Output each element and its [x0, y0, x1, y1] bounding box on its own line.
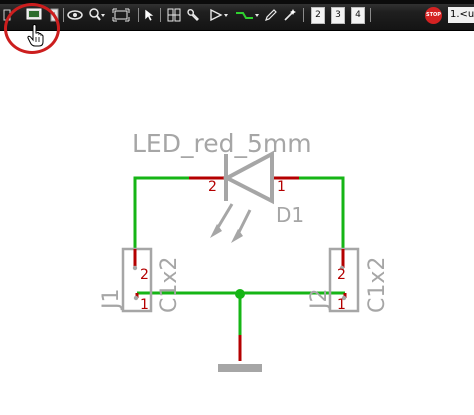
led-name-label: D1: [276, 203, 304, 227]
led-d1[interactable]: LED_red_5mm D1 2 1: [132, 129, 312, 243]
wrench-icon[interactable]: [186, 7, 200, 23]
select-icon[interactable]: [143, 7, 155, 23]
ground-symbol[interactable]: [218, 335, 262, 372]
j2-pin-label-2: 2: [337, 267, 346, 283]
library-icon[interactable]: [166, 7, 182, 23]
schematic-canvas[interactable]: LED_red_5mm D1 2 1 2 1 J1 C1x2 2 1 J2 C1…: [0, 31, 474, 415]
stop-button[interactable]: STOP: [425, 7, 442, 24]
j2-name-label: J2: [307, 289, 332, 312]
pencil-icon[interactable]: [264, 7, 278, 23]
magic-wand-icon[interactable]: [283, 7, 297, 23]
wire-tool-icon[interactable]: [235, 7, 261, 23]
page-button-4[interactable]: 4: [351, 7, 365, 24]
j1-pin-label-2: 2: [140, 267, 149, 283]
led-pin-label-1: 1: [277, 179, 286, 195]
toolbar: i 2 3 4 STOP 1.<un: [0, 0, 474, 31]
junction-dot: [235, 289, 245, 299]
j2-value-label: C1x2: [365, 257, 390, 313]
page-button-2[interactable]: 2: [311, 7, 325, 24]
connector-j1[interactable]: 2 1 J1 C1x2: [99, 247, 182, 313]
j2-pin-label-1: 1: [337, 297, 346, 313]
run-play-icon[interactable]: [208, 7, 230, 23]
j1-pin-label-1: 1: [140, 297, 149, 313]
toolbar-top-strip: [0, 0, 474, 4]
eye-icon[interactable]: [67, 7, 83, 23]
connector-j2[interactable]: 2 1 J2 C1x2: [307, 247, 390, 313]
zoom-icon[interactable]: [88, 7, 106, 23]
command-line-input[interactable]: 1.<un: [448, 7, 474, 23]
page-button-3[interactable]: 3: [331, 7, 345, 24]
zoom-fit-icon[interactable]: [112, 7, 130, 23]
led-value-label: LED_red_5mm: [132, 129, 312, 158]
j1-name-label: J1: [99, 289, 124, 312]
led-pin-label-2: 2: [208, 179, 217, 195]
j1-value-label: C1x2: [157, 257, 182, 313]
